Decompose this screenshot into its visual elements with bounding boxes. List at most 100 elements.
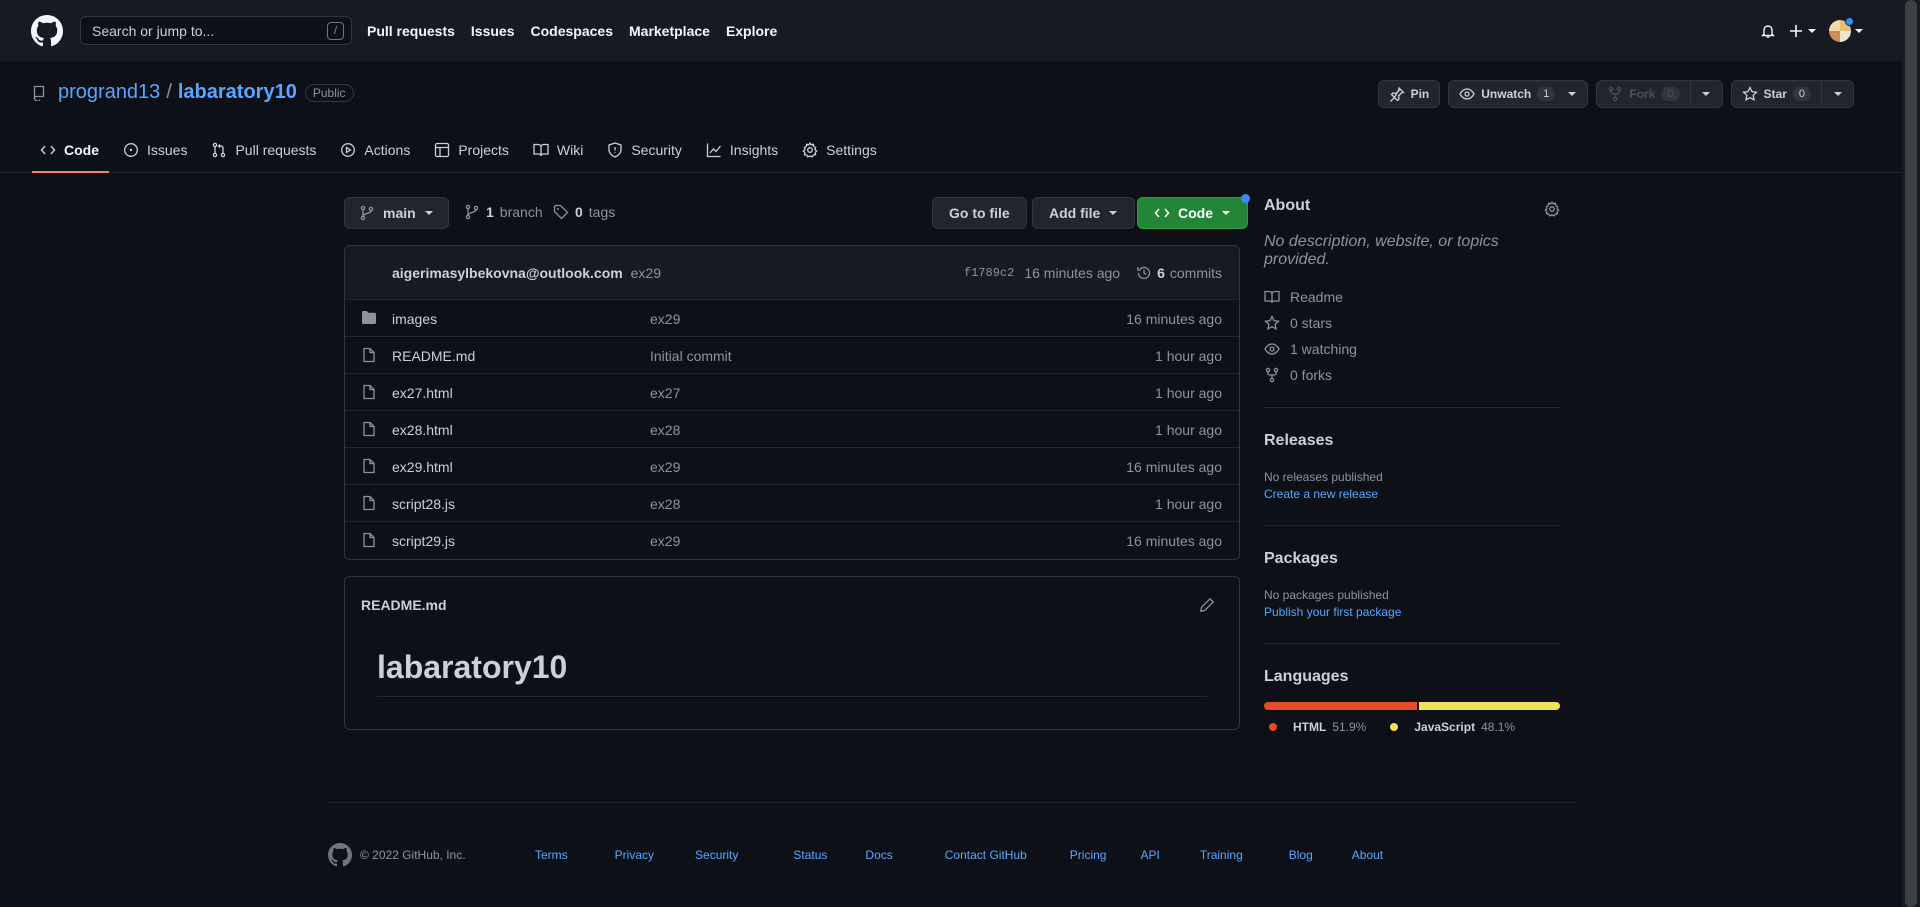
star-dropdown[interactable] — [1821, 81, 1853, 107]
readme-filename[interactable]: README.md — [361, 597, 447, 613]
tab-issues[interactable]: Issues — [113, 129, 197, 173]
user-menu-button[interactable] — [1829, 17, 1864, 42]
scrollbar-thumb[interactable] — [1905, 0, 1917, 907]
play-icon — [341, 143, 356, 157]
repo-name-link[interactable]: labaratory10 — [178, 81, 297, 104]
footer-link[interactable]: Pricing — [1070, 848, 1107, 862]
go-to-file-button[interactable]: Go to file — [932, 197, 1027, 229]
tags-link[interactable]: 0 tags — [553, 204, 615, 220]
chevron-down-icon — [424, 211, 433, 215]
github-logo-icon[interactable] — [31, 15, 63, 47]
commit-author[interactable]: aigerimasylbekovna@outlook.com — [392, 265, 623, 281]
scrollbar[interactable] — [1902, 0, 1920, 907]
branch-select-button[interactable]: main — [344, 197, 449, 229]
tab-insights[interactable]: Insights — [696, 129, 788, 173]
nav-codespaces[interactable]: Codespaces — [531, 23, 613, 39]
language-name: HTML — [1293, 720, 1327, 734]
commit-sha[interactable]: f1789c2 — [964, 266, 1014, 280]
commit-author-line: aigerimasylbekovna@outlook.com ex29 — [392, 265, 661, 281]
branches-link[interactable]: 1 branch — [464, 204, 543, 220]
fork-dropdown[interactable] — [1689, 81, 1722, 107]
file-name-link[interactable]: script28.js — [392, 496, 455, 512]
stars-link[interactable]: 0 stars — [1264, 315, 1560, 331]
file-commit-message[interactable]: ex29 — [650, 459, 680, 475]
footer-link[interactable]: Training — [1200, 848, 1243, 862]
file-commit-message[interactable]: ex28 — [650, 496, 680, 512]
fork-button[interactable]: Fork 0 — [1596, 80, 1723, 108]
language-item[interactable]: JavaScript 48.1% — [1390, 720, 1515, 734]
file-row[interactable]: ex29.html ex29 16 minutes ago — [345, 448, 1239, 485]
create-release-link[interactable]: Create a new release — [1264, 487, 1560, 501]
file-row[interactable]: ex27.html ex27 1 hour ago — [345, 374, 1239, 411]
nav-pull-requests[interactable]: Pull requests — [367, 23, 455, 39]
file-name-link[interactable]: ex28.html — [392, 422, 453, 438]
fork-label: Fork — [1629, 87, 1656, 101]
commit-message[interactable]: ex29 — [631, 265, 661, 281]
tab-pull-requests[interactable]: Pull requests — [201, 129, 326, 173]
tab-code[interactable]: Code — [32, 129, 109, 173]
file-row[interactable]: images ex29 16 minutes ago — [345, 300, 1239, 337]
create-new-button[interactable] — [1788, 23, 1817, 39]
file-age: 16 minutes ago — [1126, 311, 1222, 327]
tab-security[interactable]: Security — [597, 129, 692, 173]
publish-package-link[interactable]: Publish your first package — [1264, 605, 1560, 619]
footer-link[interactable]: Security — [695, 848, 738, 862]
unwatch-button[interactable]: Unwatch 1 — [1448, 80, 1589, 108]
forks-link[interactable]: 0 forks — [1264, 367, 1560, 383]
nav-marketplace[interactable]: Marketplace — [629, 23, 710, 39]
file-commit-message[interactable]: Initial commit — [650, 348, 732, 364]
footer-link[interactable]: API — [1140, 848, 1159, 862]
footer-link[interactable]: Docs — [865, 848, 892, 862]
gear-icon[interactable] — [1544, 201, 1560, 217]
footer-link[interactable]: Privacy — [615, 848, 654, 862]
tab-wiki[interactable]: Wiki — [523, 129, 593, 173]
nav-explore[interactable]: Explore — [726, 23, 777, 39]
file-row[interactable]: README.md Initial commit 1 hour ago — [345, 337, 1239, 374]
file-list: images ex29 16 minutes ago README.md Initial… — [345, 300, 1239, 559]
file-commit-message[interactable]: ex28 — [650, 422, 680, 438]
chevron-down-icon — [1702, 92, 1711, 96]
search-input[interactable]: Search or jump to... / — [80, 16, 352, 45]
watching-link[interactable]: 1 watching — [1264, 341, 1560, 357]
file-commit-message[interactable]: ex29 — [650, 533, 680, 549]
file-row[interactable]: script28.js ex28 1 hour ago — [345, 485, 1239, 522]
divider — [1264, 643, 1560, 644]
add-file-button[interactable]: Add file — [1032, 197, 1136, 229]
file-name-link[interactable]: ex27.html — [392, 385, 453, 401]
tab-actions[interactable]: Actions — [330, 129, 420, 173]
file-age: 1 hour ago — [1155, 422, 1222, 438]
plus-icon — [1790, 25, 1802, 37]
footer-link[interactable]: Terms — [535, 848, 568, 862]
star-button[interactable]: Star 0 — [1730, 80, 1854, 108]
file-name-link[interactable]: images — [392, 311, 437, 327]
branch-label: branch — [499, 204, 543, 220]
file-row[interactable]: script29.js ex29 16 minutes ago — [345, 522, 1239, 559]
pin-button[interactable]: Pin — [1377, 80, 1441, 108]
file-commit-message[interactable]: ex27 — [650, 385, 680, 401]
tab-settings[interactable]: Settings — [792, 129, 887, 173]
tab-projects[interactable]: Projects — [424, 129, 519, 173]
branch-icon — [465, 204, 479, 220]
bell-icon[interactable] — [1760, 23, 1776, 39]
footer-link[interactable]: Status — [793, 848, 827, 862]
file-row[interactable]: ex28.html ex28 1 hour ago — [345, 411, 1239, 448]
file-commit-message[interactable]: ex29 — [650, 311, 680, 327]
footer-link[interactable]: Blog — [1289, 848, 1313, 862]
pencil-icon[interactable] — [1199, 597, 1215, 613]
nav-issues[interactable]: Issues — [471, 23, 515, 39]
github-footer-logo-icon[interactable] — [328, 843, 352, 867]
avatar — [1829, 17, 1854, 42]
footer-link[interactable]: Contact GitHub — [945, 848, 1027, 862]
footer-link[interactable]: About — [1352, 848, 1383, 862]
code-button[interactable]: Code — [1137, 194, 1250, 229]
commits-link[interactable]: 6 commits — [1136, 265, 1222, 281]
header-actions — [1760, 17, 1864, 42]
file-name-link[interactable]: ex29.html — [392, 459, 453, 475]
file-name-link[interactable]: script29.js — [392, 533, 455, 549]
repo-owner-link[interactable]: progrand13 — [58, 81, 160, 104]
forks-label: 0 forks — [1290, 367, 1333, 383]
readme-link[interactable]: Readme — [1264, 289, 1560, 305]
language-item[interactable]: HTML 51.9% — [1269, 720, 1366, 734]
file-name-link[interactable]: README.md — [392, 348, 475, 364]
branch-count: 1 — [486, 204, 494, 220]
